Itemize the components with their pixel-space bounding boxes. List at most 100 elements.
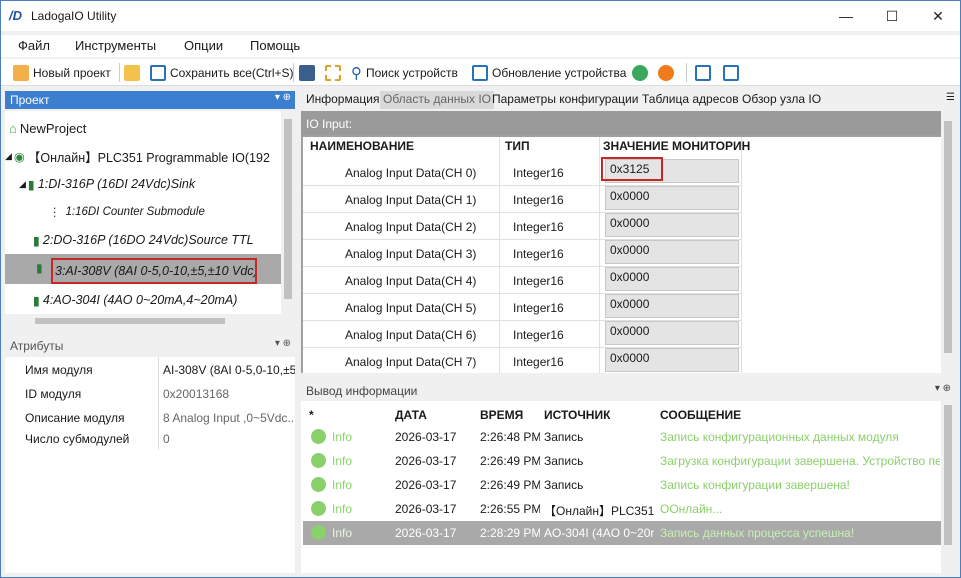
globe-icon: ◉ [13, 149, 25, 164]
io-data-panel: IO Input: НАИМЕНОВАНИЕ ТИП ЗНАЧЕНИЕ МОНИ… [301, 111, 955, 373]
tab-address-table[interactable]: Таблица адресов [639, 91, 742, 109]
output-log: * ДАТА ВРЕМЯ ИСТОЧНИК СООБЩЕНИЕ Info 2026… [301, 401, 955, 573]
io-row[interactable]: Analog Input Data(CH 6) Integer16 0x0000 [303, 321, 741, 348]
tab-io-data[interactable]: Область данных IO [380, 91, 494, 109]
app-window: /D LadogaIO Utility — ☐ ✕ Файл Инструмен… [0, 0, 961, 578]
menu-tools[interactable]: Инструменты [75, 38, 156, 53]
tree-root[interactable]: ⌂ NewProject [9, 117, 86, 139]
io-value[interactable]: 0x0000 [605, 213, 739, 237]
log-row[interactable]: Info 2026-03-17 2:26:49 PM Запись Загрузка к… [303, 449, 941, 473]
log-row[interactable]: Info 2026-03-17 2:26:48 PM Запись Запись кон… [303, 425, 941, 449]
output-vscroll[interactable] [941, 401, 955, 573]
home-icon: ⌂ [9, 120, 17, 136]
log-row[interactable]: Info 2026-03-17 2:26:49 PM Запись Запись кон… [303, 473, 941, 497]
project-panel-header: Проект ▾ ⊕ [5, 91, 295, 109]
minimize-button[interactable]: — [823, 1, 869, 31]
output-panel-header: Вывод информации ▾ ⊕ [301, 382, 955, 400]
io-row[interactable]: Analog Input Data(CH 3) Integer16 0x0000 [303, 240, 741, 267]
log-row[interactable]: Info2026-03-172:26:55 PM【Онлайн】PLC351 P… [303, 497, 941, 521]
pin-icon[interactable]: ▾ ⊕ [275, 338, 291, 349]
io-grid: НАИМЕНОВАНИЕ ТИП ЗНАЧЕНИЕ МОНИТОРИН Anal… [303, 137, 941, 373]
new-project-icon [13, 64, 29, 81]
download-icon [472, 64, 488, 81]
expand-icon: ◢ [19, 178, 26, 189]
search-devices-button[interactable]: ⚲ Поиск устройств [351, 62, 458, 83]
io-value[interactable]: 0x0000 [605, 267, 739, 291]
pin-icon[interactable]: ▾ ⊕ [275, 92, 291, 103]
tab-node-overview[interactable]: Обзор узла IO [739, 91, 824, 109]
info-button[interactable] [632, 62, 648, 83]
col-type[interactable]: ТИП [505, 139, 530, 157]
exit-button[interactable] [723, 62, 739, 83]
menu-options[interactable]: Опции [184, 38, 223, 53]
tree-module-1[interactable]: ◢ ▮ 1:DI-316P (16DI 24Vdc)Sink [19, 173, 195, 195]
log-row-selected[interactable]: Info 2026-03-17 2:28:29 PM AO-304I (4AO 0~2… [303, 521, 941, 545]
attr-row[interactable]: ID модуля 0x20013168 [5, 383, 295, 405]
io-value[interactable]: 0x0000 [605, 348, 739, 372]
info-icon [632, 64, 648, 81]
status-dot-icon [311, 429, 326, 444]
tab-strip: Информация Область данных IO Параметры к… [301, 89, 960, 111]
close-button[interactable]: ✕ [915, 1, 960, 31]
attr-row[interactable]: Имя модуля AI-308V (8AI 0-5,0-10,±5 [5, 359, 295, 381]
module-icon: ▮ [33, 293, 40, 308]
io-input-header: IO Input: [301, 111, 941, 135]
toolbar: Новый проект Сохранить все(Ctrl+S) ⚲ Поис… [1, 59, 960, 86]
expand-icon: ◢ [5, 150, 12, 161]
calculator-button[interactable] [299, 62, 315, 83]
app-logo-icon: /D [9, 8, 22, 23]
maximize-button[interactable]: ☐ [869, 1, 915, 31]
col-value[interactable]: ЗНАЧЕНИЕ МОНИТОРИН [603, 139, 750, 157]
tree-submodule-1[interactable]: ⋮ 1:16DI Counter Submodule [49, 201, 205, 223]
title-bar: /D LadogaIO Utility — ☐ ✕ [1, 1, 960, 31]
col-name[interactable]: НАИМЕНОВАНИЕ [310, 139, 414, 157]
menu-bar: Файл Инструменты Опции Помощь [1, 35, 960, 57]
add-window-button[interactable] [695, 62, 711, 83]
attr-row[interactable]: Число субмодулей 0 [5, 428, 295, 450]
tree-hscroll[interactable] [5, 314, 281, 328]
module-icon: ▮ [33, 233, 40, 248]
module-icon: ▮ [27, 177, 35, 192]
attributes-panel-header: Атрибуты ▾ ⊕ [5, 337, 295, 355]
status-dot-icon [311, 525, 326, 540]
io-vscroll[interactable] [941, 111, 955, 373]
open-button[interactable] [124, 62, 140, 83]
tree-module-2[interactable]: ▮ 2:DO-316P (16DO 24Vdc)Source TTL [33, 229, 254, 251]
tree-vscroll[interactable] [281, 111, 295, 328]
pin-icon[interactable]: ▾ ⊕ [935, 383, 951, 394]
submodule-icon: ⋮ [49, 207, 61, 219]
folder-icon [124, 64, 140, 81]
io-row[interactable]: Analog Input Data(CH 7) Integer16 0x0000 [303, 348, 741, 373]
io-value[interactable]: 0x0000 [605, 186, 739, 210]
io-row[interactable]: Analog Input Data(CH 2) Integer16 0x0000 [303, 213, 741, 240]
alert-button[interactable] [658, 62, 674, 83]
menu-help[interactable]: Помощь [250, 38, 300, 53]
project-tree: ⌂ NewProject ◢ ◉ 【Онлайн】PLC351 Programmabl… [5, 111, 295, 328]
io-row[interactable]: Analog Input Data(CH 5) Integer16 0x0000 [303, 294, 741, 321]
settings-button[interactable] [325, 62, 341, 83]
tree-plc[interactable]: ◢ ◉ 【Онлайн】PLC351 Programmable IO(192 [5, 145, 270, 167]
save-all-button[interactable]: Сохранить все(Ctrl+S) [150, 62, 294, 83]
io-row[interactable]: Analog Input Data(CH 4) Integer16 0x0000 [303, 267, 741, 294]
io-row[interactable]: Analog Input Data(CH 1) Integer16 0x0000 [303, 186, 741, 213]
output-header-row: * ДАТА ВРЕМЯ ИСТОЧНИК СООБЩЕНИЕ [309, 408, 742, 422]
tree-module-3[interactable]: 3:AI-308V (8AI 0-5,0-10,±5,±10 Vdc) [51, 258, 258, 284]
attr-row[interactable]: Описание модуля 8 Analog Input ,0~5Vdc... [5, 407, 295, 429]
new-project-button[interactable]: Новый проект [13, 62, 111, 83]
io-value[interactable]: 0x0000 [605, 240, 739, 264]
io-value[interactable]: 0x0000 [605, 294, 739, 318]
tree-module-4[interactable]: ▮ 4:AO-304I (4AO 0~20mA,4~20mA) [33, 289, 237, 311]
calculator-icon [299, 64, 315, 81]
tab-config[interactable]: Параметры конфигурации [489, 91, 641, 109]
tab-menu-icon[interactable]: ☰ [943, 91, 958, 109]
alert-icon [658, 64, 674, 81]
menu-file[interactable]: Файл [18, 38, 50, 53]
io-row[interactable]: Analog Input Data(CH 0) Integer16 0x3125 [303, 159, 741, 186]
io-value[interactable]: 0x0000 [605, 321, 739, 345]
attributes-grid: Имя модуля AI-308V (8AI 0-5,0-10,±5 ID мо… [5, 357, 295, 573]
status-dot-icon [311, 453, 326, 468]
highlight-box [601, 157, 663, 181]
update-device-button[interactable]: Обновление устройства [472, 62, 626, 83]
module-icon: ▮ [36, 261, 43, 275]
tab-info[interactable]: Информация [303, 91, 382, 109]
